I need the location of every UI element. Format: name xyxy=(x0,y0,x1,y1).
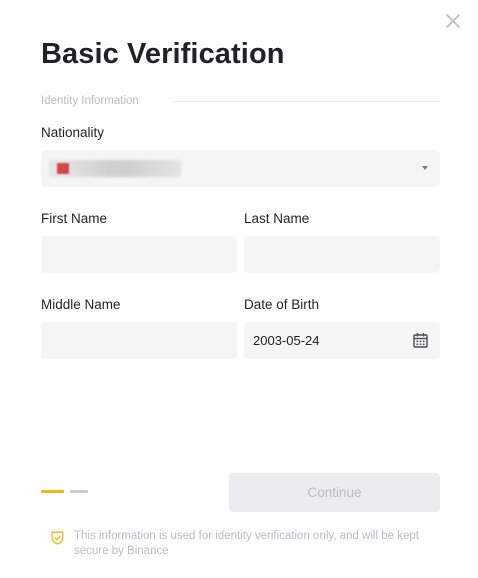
security-note: This information is used for identity ve… xyxy=(74,530,419,557)
continue-button[interactable]: Continue xyxy=(229,473,440,512)
section-header: Identity Information xyxy=(41,93,440,109)
section-divider xyxy=(172,100,440,102)
progress-step-active xyxy=(41,490,64,493)
step-progress xyxy=(41,490,91,493)
nationality-label: Nationality xyxy=(41,125,105,140)
first-name-input[interactable] xyxy=(41,236,237,273)
close-icon[interactable] xyxy=(442,10,464,32)
dob-value: 2003-05-24 xyxy=(253,333,320,348)
flag-icon xyxy=(57,163,69,174)
last-name-label: Last Name xyxy=(244,211,310,226)
dob-input[interactable]: 2003-05-24 xyxy=(244,322,440,359)
nationality-select[interactable] xyxy=(41,150,440,187)
calendar-icon[interactable] xyxy=(412,332,429,349)
last-name-input[interactable] xyxy=(244,236,440,273)
caret-down-icon xyxy=(422,166,428,170)
shield-check-icon xyxy=(51,531,64,545)
first-name-label: First Name xyxy=(41,211,108,226)
section-label: Identity Information xyxy=(41,95,139,107)
page-title: Basic Verification xyxy=(41,38,285,70)
middle-name-label: Middle Name xyxy=(41,297,121,312)
progress-step-inactive xyxy=(70,490,88,493)
dob-label: Date of Birth xyxy=(244,297,320,312)
middle-name-input[interactable] xyxy=(41,322,237,359)
